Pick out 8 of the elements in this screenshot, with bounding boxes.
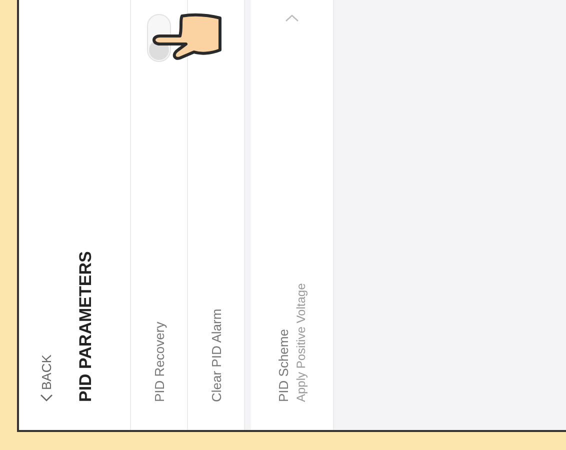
page-title: PID PARAMETERS xyxy=(76,250,96,402)
chevron-left-icon xyxy=(40,394,53,402)
setting-label: PID Scheme xyxy=(276,328,291,402)
setting-label: PID Recovery xyxy=(152,322,166,402)
chevron-icon[interactable] xyxy=(285,14,299,23)
setting-value: Apply Positive Voltage xyxy=(294,283,308,402)
back-button[interactable]: BACK xyxy=(39,354,54,402)
action-item[interactable]: Clear PID Alarm xyxy=(208,308,224,402)
